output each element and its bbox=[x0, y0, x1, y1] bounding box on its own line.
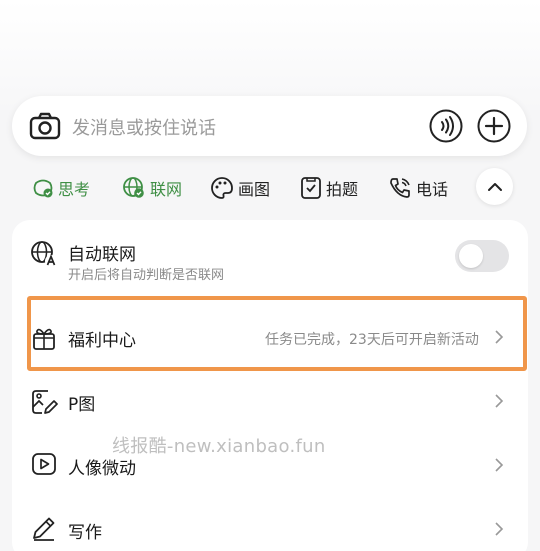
voice-call-icon[interactable] bbox=[429, 109, 463, 143]
feature-chips: 思考 联网 画图 拍题 电话 bbox=[0, 168, 540, 208]
plus-icon[interactable] bbox=[477, 109, 511, 143]
watermark-text: 线报酷-new.xianbao.fun bbox=[112, 436, 326, 457]
chip-photo-question-label: 拍题 bbox=[326, 180, 359, 199]
globe-auto-icon bbox=[31, 241, 57, 267]
chip-phone-label: 电话 bbox=[416, 180, 449, 199]
p-image-title: P图 bbox=[68, 395, 96, 415]
writing-title: 写作 bbox=[68, 523, 102, 543]
collapse-button[interactable] bbox=[476, 168, 513, 205]
video-play-icon bbox=[32, 453, 56, 475]
think-icon bbox=[33, 179, 53, 198]
auto-net-subtitle: 开启后将自动判断是否联网 bbox=[68, 268, 225, 283]
camera-icon[interactable] bbox=[28, 109, 62, 143]
chip-draw[interactable]: 画图 bbox=[210, 176, 270, 200]
image-edit-icon bbox=[32, 390, 58, 414]
chevron-up-icon bbox=[487, 182, 502, 191]
chip-photo-question[interactable]: 拍题 bbox=[300, 176, 358, 200]
photo-question-icon bbox=[301, 177, 321, 199]
globe-icon bbox=[123, 177, 144, 198]
chip-phone[interactable]: 电话 bbox=[388, 176, 448, 200]
chip-think-label: 思考 bbox=[58, 180, 91, 199]
chevron-right-icon bbox=[495, 522, 504, 536]
screen: 发消息或按住说话 思考 联网 画图 拍题 电话 自动联网 开启后将自动判断是否联… bbox=[0, 0, 540, 551]
message-input-placeholder[interactable]: 发消息或按住说话 bbox=[72, 114, 216, 140]
auto-net-title: 自动联网 bbox=[68, 245, 136, 265]
feature-panel: 自动联网 开启后将自动判断是否联网 福利中心 任务已完成，23天后可开启新活动 bbox=[12, 220, 528, 551]
pen-icon bbox=[33, 517, 55, 541]
chevron-right-icon bbox=[495, 458, 504, 472]
writing-row[interactable]: 写作 bbox=[12, 496, 528, 551]
top-area bbox=[0, 0, 540, 110]
auto-net-toggle[interactable] bbox=[455, 240, 509, 272]
chip-web[interactable]: 联网 bbox=[122, 176, 182, 200]
auto-net-row: 自动联网 开启后将自动判断是否联网 bbox=[12, 220, 528, 292]
chip-web-label: 联网 bbox=[150, 180, 183, 199]
phone-icon bbox=[390, 178, 410, 198]
toggle-knob bbox=[459, 244, 483, 268]
chevron-right-icon bbox=[495, 394, 504, 408]
chip-draw-label: 画图 bbox=[238, 180, 271, 199]
message-input-bar[interactable]: 发消息或按住说话 bbox=[12, 96, 527, 156]
welfare-highlight-box bbox=[27, 296, 527, 371]
palette-icon bbox=[211, 177, 233, 199]
chip-think[interactable]: 思考 bbox=[32, 176, 90, 200]
p-image-row[interactable]: P图 bbox=[12, 370, 528, 432]
